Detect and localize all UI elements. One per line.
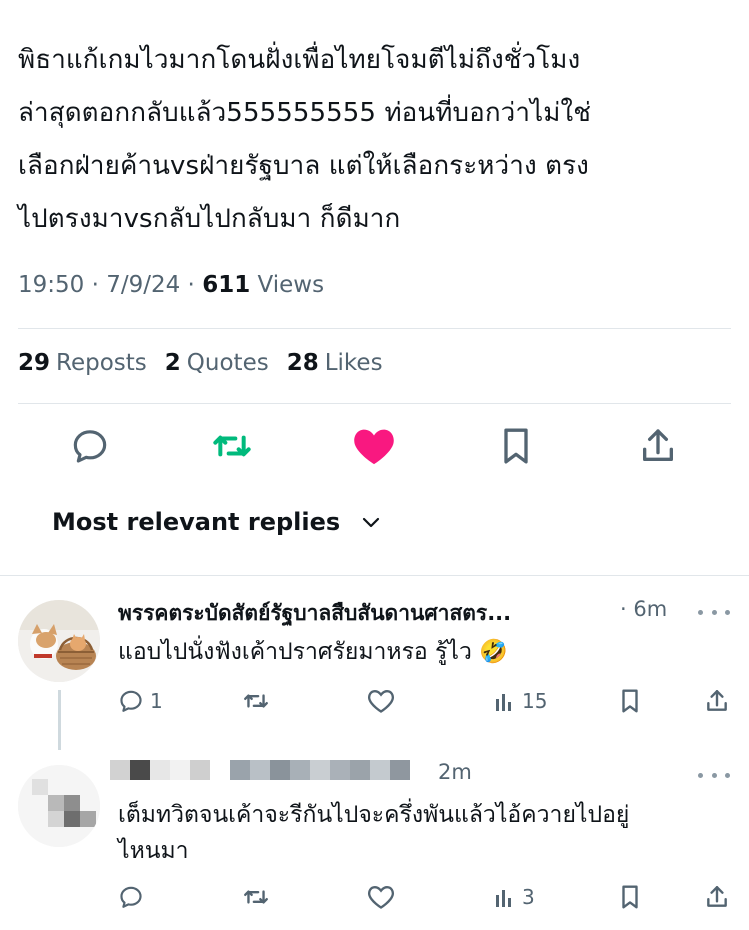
tweet-timestamp[interactable]: 19:50 · 7/9/24 · bbox=[18, 272, 202, 298]
tweet-text-line: พิธาแก้เกมไวมากโดนฝั่งเพื่อไทยโจมตีไม่ถึ… bbox=[18, 45, 581, 75]
dot-icon bbox=[711, 772, 717, 778]
tweet-action-bar bbox=[0, 420, 749, 476]
divider bbox=[18, 403, 731, 404]
tweet-text-line: ล่าสุดตอกกลับแล้ว555555555 ท่อนที่บอกว่า… bbox=[18, 98, 592, 128]
more-options-button[interactable] bbox=[698, 765, 730, 785]
dot-icon bbox=[711, 609, 717, 615]
heart-outline-icon bbox=[368, 690, 394, 713]
reply-timestamp[interactable]: 2m bbox=[438, 760, 472, 784]
reply-handle-redacted[interactable] bbox=[230, 760, 330, 780]
bookmark-icon bbox=[622, 885, 638, 909]
reply-icon bbox=[120, 690, 142, 712]
reply-count: 1 bbox=[150, 689, 163, 713]
repost-icon bbox=[244, 890, 268, 904]
tweet-text-line: เลือกฝ่ายค้านvsฝ่ายรัฐบาล แต่ให้เลือกระห… bbox=[18, 151, 589, 181]
views-count: 611 bbox=[202, 272, 251, 298]
views-count: 3 bbox=[522, 885, 535, 909]
reply-author-name-redacted[interactable] bbox=[110, 760, 210, 780]
reply-like-button[interactable] bbox=[367, 681, 401, 721]
reply-like-button[interactable] bbox=[367, 877, 401, 917]
dot-icon bbox=[725, 609, 730, 615]
avatar[interactable] bbox=[18, 765, 100, 847]
reply-reply-button[interactable]: 1 bbox=[118, 681, 163, 721]
like-button[interactable] bbox=[350, 420, 398, 472]
reply-author-name[interactable]: พรรคตระบัดสัตย์รัฐบาลสืบสันดานศาสตร... bbox=[118, 597, 511, 630]
tweet-text-line: ไปตรงมาvsกลับไปกลับมา ก็ดีมาก bbox=[18, 204, 401, 234]
reply-icon bbox=[120, 886, 142, 908]
reply-share-button[interactable] bbox=[704, 681, 730, 721]
reply-action-bar: 1 15 bbox=[0, 681, 749, 721]
reply-views-button[interactable]: 15 bbox=[494, 681, 547, 721]
reply-bookmark-button[interactable] bbox=[618, 681, 642, 721]
reply-timestamp[interactable]: · 6m bbox=[620, 597, 667, 621]
heart-outline-icon bbox=[368, 886, 394, 909]
dot-icon bbox=[725, 772, 730, 778]
reply-share-button[interactable] bbox=[704, 877, 730, 917]
replies-sort-dropdown[interactable]: Most relevant replies bbox=[52, 508, 382, 536]
engagement-stats: 29 Reposts 2 Quotes 28 Likes bbox=[18, 350, 383, 376]
reply-repost-button[interactable] bbox=[242, 681, 276, 721]
reply-text-line: ไหนมา bbox=[118, 838, 189, 864]
bookmark-button[interactable] bbox=[492, 420, 540, 472]
reply-views-button[interactable]: 3 bbox=[494, 877, 535, 917]
share-button[interactable] bbox=[634, 420, 682, 472]
reply-bookmark-button[interactable] bbox=[618, 877, 642, 917]
bookmark-icon bbox=[622, 689, 638, 713]
reply-text: แอบไปนั่งฟังเค้าปราศรัยมาหรอ รู้ไว 🤣 bbox=[118, 634, 508, 670]
bookmark-icon bbox=[504, 428, 528, 464]
views-count: 15 bbox=[522, 689, 548, 713]
repost-icon bbox=[244, 694, 268, 708]
reply-text: เต็มทวิตจนเค้าจะรีกันไปจะครึ่งพันแล้วไอ้… bbox=[118, 797, 629, 869]
more-options-button[interactable] bbox=[698, 602, 730, 622]
repost-icon bbox=[213, 435, 251, 457]
replies-sort-label: Most relevant replies bbox=[52, 508, 341, 536]
reply-text-line: แอบไปนั่งฟังเค้าปราศรัยมาหรอ รู้ไว 🤣 bbox=[118, 639, 508, 665]
dot-icon bbox=[698, 609, 703, 615]
divider bbox=[18, 328, 731, 329]
repost-button[interactable] bbox=[208, 420, 256, 472]
tweet-text: พิธาแก้เกมไวมากโดนฝั่งเพื่อไทยโจมตีไม่ถึ… bbox=[18, 34, 718, 246]
reply-button[interactable] bbox=[66, 420, 114, 472]
tweet-meta: 19:50 · 7/9/24 · 611 Views bbox=[18, 272, 324, 298]
share-icon bbox=[643, 429, 673, 461]
share-icon bbox=[707, 690, 727, 711]
avatar[interactable] bbox=[18, 600, 100, 682]
analytics-icon bbox=[496, 694, 511, 711]
chevron-down-icon bbox=[363, 517, 380, 528]
quotes-stat[interactable]: 2 Quotes bbox=[165, 350, 269, 376]
divider bbox=[0, 575, 749, 576]
reply-text-line: เต็มทวิตจนเค้าจะรีกันไปจะครึ่งพันแล้วไอ้… bbox=[118, 802, 630, 828]
reply-icon bbox=[73, 430, 107, 463]
reply-reply-button[interactable] bbox=[118, 877, 150, 917]
heart-icon bbox=[354, 429, 394, 465]
reply-action-bar: 3 bbox=[0, 877, 749, 917]
reply-repost-button[interactable] bbox=[242, 877, 276, 917]
share-icon bbox=[707, 886, 727, 907]
likes-stat[interactable]: 28 Likes bbox=[287, 350, 383, 376]
views-label: Views bbox=[250, 272, 325, 298]
reply-handle-redacted[interactable] bbox=[330, 760, 410, 780]
reposts-stat[interactable]: 29 Reposts bbox=[18, 350, 147, 376]
dot-icon bbox=[698, 772, 703, 778]
analytics-icon bbox=[496, 890, 511, 907]
